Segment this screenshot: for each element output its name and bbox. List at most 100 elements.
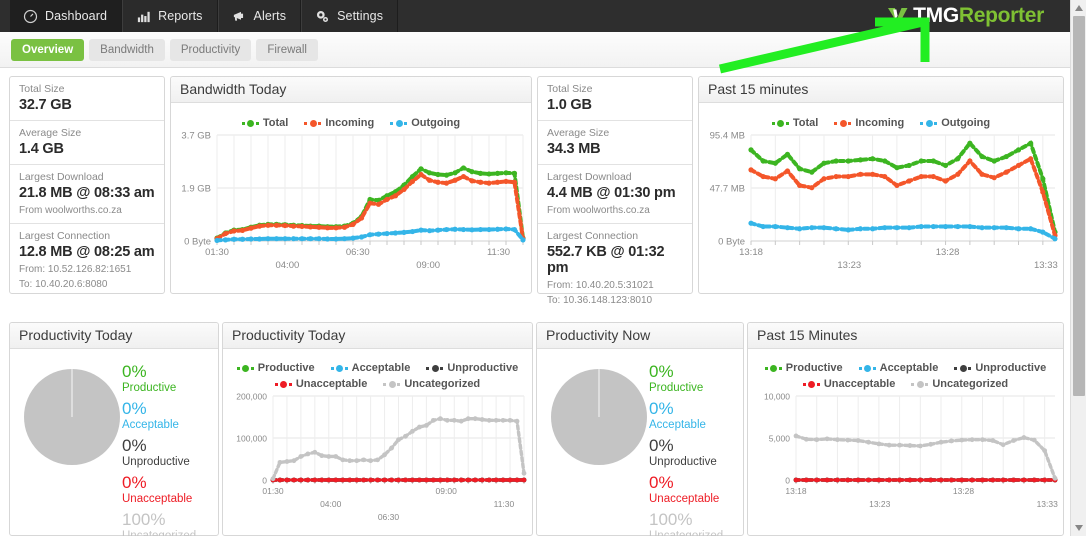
stat-label: Largest Connection: [19, 230, 111, 242]
legend-label-incoming: Incoming: [325, 117, 375, 129]
pie-legend-label: Unproductive: [122, 456, 190, 468]
top-navigation-bar: Dashboard Reports Alerts Settings TMGRep…: [0, 0, 1070, 32]
productivity-today-chart: 0 100,000 200,000 01:30 09:00 04:00 11:30 06:30: [223, 390, 532, 525]
stat-value: 552.7 KB @ 01:32 pm: [547, 244, 665, 276]
past-15-minutes-panel: Past 15 minutes Total Incoming Outgoing …: [698, 76, 1064, 294]
svg-text:100,000: 100,000: [236, 434, 267, 444]
stat-label: Largest Download: [19, 171, 104, 183]
tab-firewall[interactable]: Firewall: [256, 38, 318, 61]
stat-value: 1.0 GB: [547, 97, 592, 113]
stat-row: Average Size 1.4 GB: [10, 121, 164, 165]
past-15-minutes-chart: 0 Byte 47.7 MB 95.4 MB 13:18 13:28 13:23 13:33: [699, 129, 1063, 277]
bandwidth-today-legend: Total Incoming Outgoing: [171, 117, 531, 129]
pie-legend-label: Productive: [649, 382, 704, 394]
svg-text:13:18: 13:18: [739, 247, 763, 258]
vertical-scrollbar[interactable]: [1070, 0, 1086, 536]
logo-text-secondary: Reporter: [958, 4, 1044, 27]
svg-text:13:33: 13:33: [1034, 260, 1058, 271]
stat-sub-text: From woolworths.co.za: [547, 205, 650, 216]
past-15-minutes-prod-legend: Productive Acceptable Unproductive Unacc…: [748, 362, 1063, 390]
nav-item-settings[interactable]: Settings: [301, 0, 399, 32]
scrollbar-thumb[interactable]: [1073, 16, 1085, 396]
nav-item-alerts[interactable]: Alerts: [217, 0, 302, 32]
legend-label-unproductive: Unproductive: [975, 362, 1047, 374]
svg-text:3.7 GB: 3.7 GB: [181, 131, 211, 142]
svg-text:13:28: 13:28: [936, 247, 960, 258]
pie-legend-label: Unproductive: [649, 456, 717, 468]
legend-label-productive: Productive: [785, 362, 843, 374]
bandwidth-today-panel: Bandwidth Today Total Incoming Outgoing …: [170, 76, 532, 294]
pie-now-legend: 0% Productive 0% Acceptable 0% Unproductive 0%…: [649, 349, 723, 536]
today-stats-panel: Total Size 32.7 GB Average Size 1.4 GB Large…: [9, 76, 165, 294]
stat-sub-text: From: 10.40.20.5:31021: [547, 280, 654, 291]
past-15-minutes-prod-title: Past 15 Minutes: [748, 323, 1063, 349]
pie-chart-today: [10, 349, 122, 472]
stat-value: 12.8 MB @ 08:25 am: [19, 244, 155, 260]
sub-tab-bar: Overview Bandwidth Productivity Firewall: [0, 32, 1070, 68]
scroll-down-button[interactable]: [1071, 520, 1086, 536]
stat-value: 4.4 MB @ 01:30 pm: [547, 185, 676, 201]
legend-label-outgoing: Outgoing: [941, 117, 991, 129]
svg-text:0: 0: [262, 476, 267, 486]
tab-productivity[interactable]: Productivity: [169, 38, 252, 61]
pie-legend-percent: 100%: [649, 510, 693, 529]
stat-label: Largest Connection: [547, 230, 639, 242]
megaphone-icon: [232, 9, 247, 24]
past-15-minutes-prod-chart: 0 5,000 10,000 13:18 13:28 13:23 13:33: [748, 390, 1063, 525]
nav-item-reports[interactable]: Reports: [122, 0, 218, 32]
nav-label-reports: Reports: [158, 9, 203, 23]
stat-value: 21.8 MB @ 08:33 am: [19, 185, 155, 201]
logo-text-primary: TMG: [913, 4, 959, 27]
nav-item-dashboard[interactable]: Dashboard: [10, 0, 123, 32]
svg-text:0 Byte: 0 Byte: [184, 237, 211, 248]
svg-text:200,000: 200,000: [236, 392, 267, 402]
stat-label: Average Size: [547, 127, 610, 139]
stat-sub-text: To: 10.36.148.123:8010: [547, 295, 653, 306]
legend-label-total: Total: [262, 117, 289, 129]
past-15-minutes-prod-panel: Past 15 Minutes Productive Acceptable Un…: [747, 322, 1064, 536]
svg-text:06:30: 06:30: [378, 512, 400, 522]
pie-legend-label: Productive: [122, 382, 177, 394]
productivity-now-body: 0% Productive 0% Acceptable 0% Unproductive 0%…: [537, 349, 743, 536]
legend-label-uncategorized: Uncategorized: [404, 378, 481, 390]
stat-row: Largest Download 21.8 MB @ 08:33 am From w…: [10, 165, 164, 224]
gears-icon: [315, 9, 330, 24]
pie-legend-label: Uncategorized: [649, 530, 724, 536]
stat-row: Total Size 1.0 GB: [538, 77, 692, 121]
legend-label-productive: Productive: [257, 362, 315, 374]
today-stats-list: Total Size 32.7 GB Average Size 1.4 GB Large…: [10, 77, 164, 297]
recent-stats-panel: Total Size 1.0 GB Average Size 34.3 MB Large…: [537, 76, 693, 306]
svg-text:04:00: 04:00: [275, 260, 299, 271]
svg-text:13:28: 13:28: [953, 486, 975, 496]
productivity-now-title: Productivity Now: [537, 323, 743, 349]
legend-label-outgoing: Outgoing: [411, 117, 461, 129]
svg-text:13:18: 13:18: [785, 486, 807, 496]
gauge-icon: [23, 9, 38, 24]
svg-text:13:33: 13:33: [1037, 499, 1059, 509]
productivity-today-legend: Productive Acceptable Unproductive Unacc…: [223, 362, 532, 390]
pie-legend-label: Unacceptable: [122, 493, 193, 505]
stat-label: Average Size: [19, 127, 82, 139]
tab-overview[interactable]: Overview: [11, 38, 85, 61]
svg-text:0: 0: [785, 476, 790, 486]
pie-legend-percent: 0%: [649, 362, 674, 381]
pie-legend-percent: 0%: [649, 473, 674, 492]
legend-label-acceptable: Acceptable: [351, 362, 411, 374]
pie-legend-label: Acceptable: [122, 419, 179, 431]
legend-label-uncategorized: Uncategorized: [932, 378, 1009, 390]
stat-row: Largest Connection 552.7 KB @ 01:32 pm Fro…: [538, 224, 692, 313]
nav-label-settings: Settings: [337, 9, 384, 23]
dashboard-page: Dashboard Reports Alerts Settings TMGRep…: [0, 0, 1086, 536]
stat-value: 32.7 GB: [19, 97, 72, 113]
stat-row: Largest Download 4.4 MB @ 01:30 pm From wo…: [538, 165, 692, 224]
stat-value: 1.4 GB: [19, 141, 64, 157]
bandwidth-today-title: Bandwidth Today: [171, 77, 531, 103]
scroll-up-button[interactable]: [1071, 0, 1086, 16]
pie-legend-percent: 0%: [649, 436, 674, 455]
stat-value: 34.3 MB: [547, 141, 601, 157]
productivity-today-pie-panel: Productivity Today 0% Productive 0% Accepta…: [9, 322, 219, 536]
svg-text:09:00: 09:00: [416, 260, 440, 271]
svg-text:0 Byte: 0 Byte: [718, 237, 745, 248]
tab-bandwidth[interactable]: Bandwidth: [89, 38, 165, 61]
pie-chart-now: [537, 349, 649, 472]
